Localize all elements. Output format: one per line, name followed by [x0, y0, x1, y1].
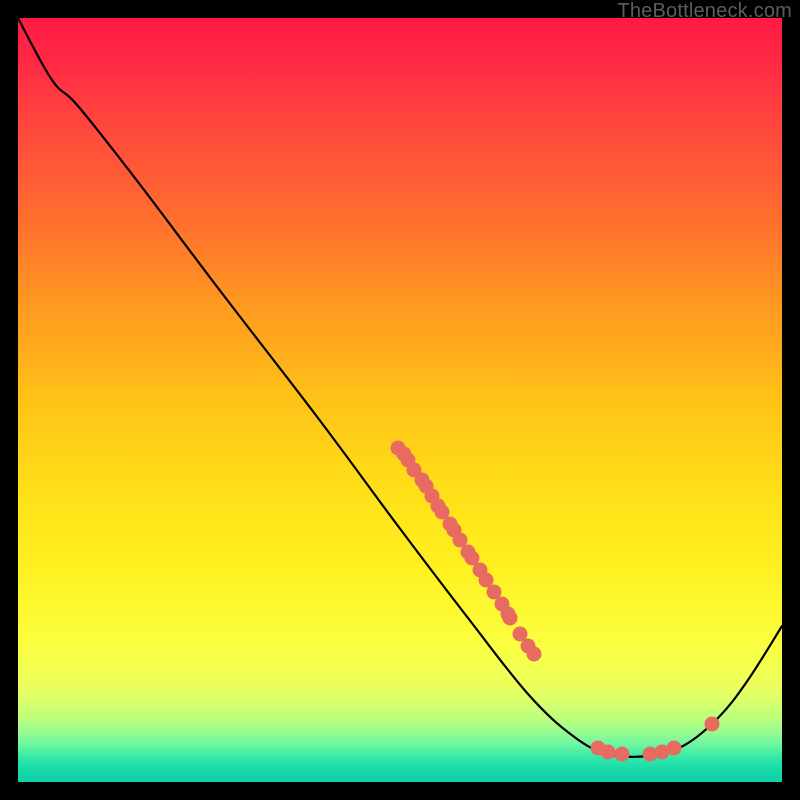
bottleneck-curve [18, 18, 782, 757]
data-point [601, 745, 616, 760]
chart-stage: TheBottleneck.com [0, 0, 800, 800]
data-points [391, 441, 720, 762]
data-point [667, 741, 682, 756]
curve-layer [18, 18, 782, 782]
data-point [615, 747, 630, 762]
data-point [503, 611, 518, 626]
plot-area [18, 18, 782, 782]
data-point [705, 717, 720, 732]
data-point [527, 647, 542, 662]
